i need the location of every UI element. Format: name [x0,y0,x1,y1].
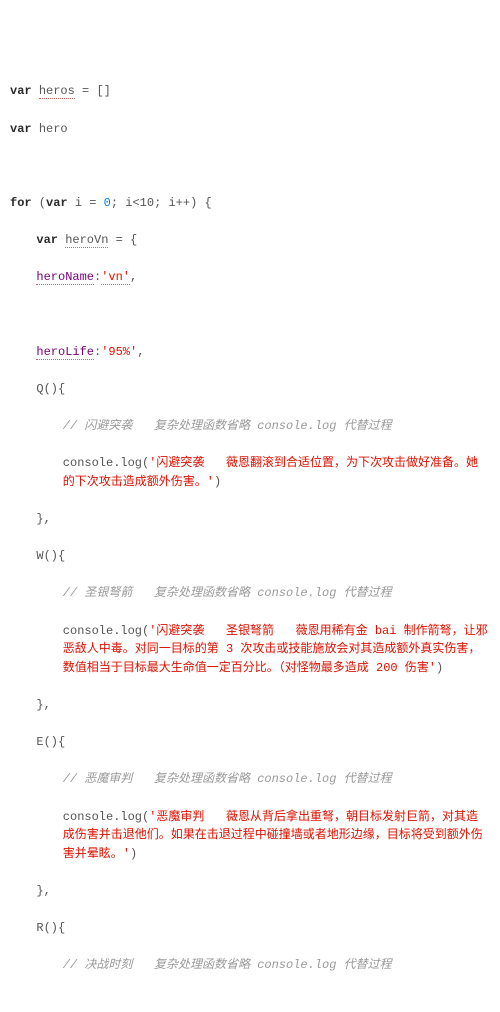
comment-W: // 圣银弩箭 复杂处理函数省略 console.log 代替过程 [10,584,490,603]
line-E-head: E(){ [10,733,490,752]
brace-close: }, [36,512,50,526]
comment-Q: // 闪避突袭 复杂处理函数省略 console.log 代替过程 [10,417,490,436]
val-heroName: 'vn' [101,270,130,285]
val-heroLife: '95%' [101,345,137,359]
comment-E: // 恶魔审判 复杂处理函数省略 console.log 代替过程 [10,770,490,789]
line-var-hero: var hero [10,120,490,139]
ident-hero: hero [39,122,68,136]
brace-open: { [130,233,137,247]
prop-heroLife: heroLife [36,345,94,360]
brackets: [] [96,84,110,98]
line-Q-close: }, [10,510,490,529]
line-heroLife: heroLife:'95%', [10,343,490,362]
keyword-var: var [10,122,32,136]
console-log: console.log [63,810,142,824]
line-for: for (var i = 0; i<10; i++) { [10,194,490,213]
brace-close: }, [36,698,50,712]
ident-heros: heros [39,84,75,99]
keyword-var: var [10,84,32,98]
line-heroVn-decl: var heroVn = { [10,231,490,250]
line-Q-head: Q(){ [10,380,490,399]
console-log: console.log [63,456,142,470]
comma: , [137,345,144,359]
line-W-log: console.log('闪避突袭 圣银弩箭 薇恩用稀有金 bai 制作箭弩，让… [10,622,490,678]
cond: i<10 [125,196,154,210]
code-editor: { "decl": { "var_kw": "var", "heros": "h… [0,0,500,1012]
rparen: ) [436,661,443,675]
blank-line [10,306,490,325]
method-W: W [36,549,43,563]
ident-i: i [75,196,82,210]
fn-open: (){ [44,735,66,749]
blank-line [10,157,490,176]
fn-open: (){ [44,382,66,396]
rparen: ) [130,847,137,861]
line-W-close: }, [10,696,490,715]
console-log: console.log [63,624,142,638]
line-E-close: }, [10,882,490,901]
method-Q: Q [36,382,43,396]
fn-open: (){ [44,549,66,563]
line-E-log: console.log('恶魔审判 薇恩从背后拿出重弩，朝目标发射巨箭，对其造成… [10,808,490,864]
op-eq: = [75,84,97,98]
keyword-for: for [10,196,32,210]
line-var-heros: var heros = [] [10,82,490,101]
ident-heroVn: heroVn [65,233,108,248]
fn-open: (){ [44,921,66,935]
keyword-var: var [36,233,58,247]
method-E: E [36,735,43,749]
num-0: 0 [104,196,111,210]
line-Q-log: console.log('闪避突袭 薇恩翻滚到合适位置，为下次攻击做好准备。她的… [10,454,490,491]
line-heroName: heroName:'vn', [10,268,490,287]
line-W-head: W(){ [10,547,490,566]
line-R-head: R(){ [10,919,490,938]
keyword-var: var [46,196,68,210]
comma: , [130,270,137,284]
step: i++ [168,196,190,210]
prop-heroName: heroName [36,270,94,285]
method-R: R [36,921,43,935]
comment-R: // 决战时刻 复杂处理函数省略 console.log 代替过程 [10,956,490,975]
rparen: ) [214,475,221,489]
brace-close: }, [36,884,50,898]
